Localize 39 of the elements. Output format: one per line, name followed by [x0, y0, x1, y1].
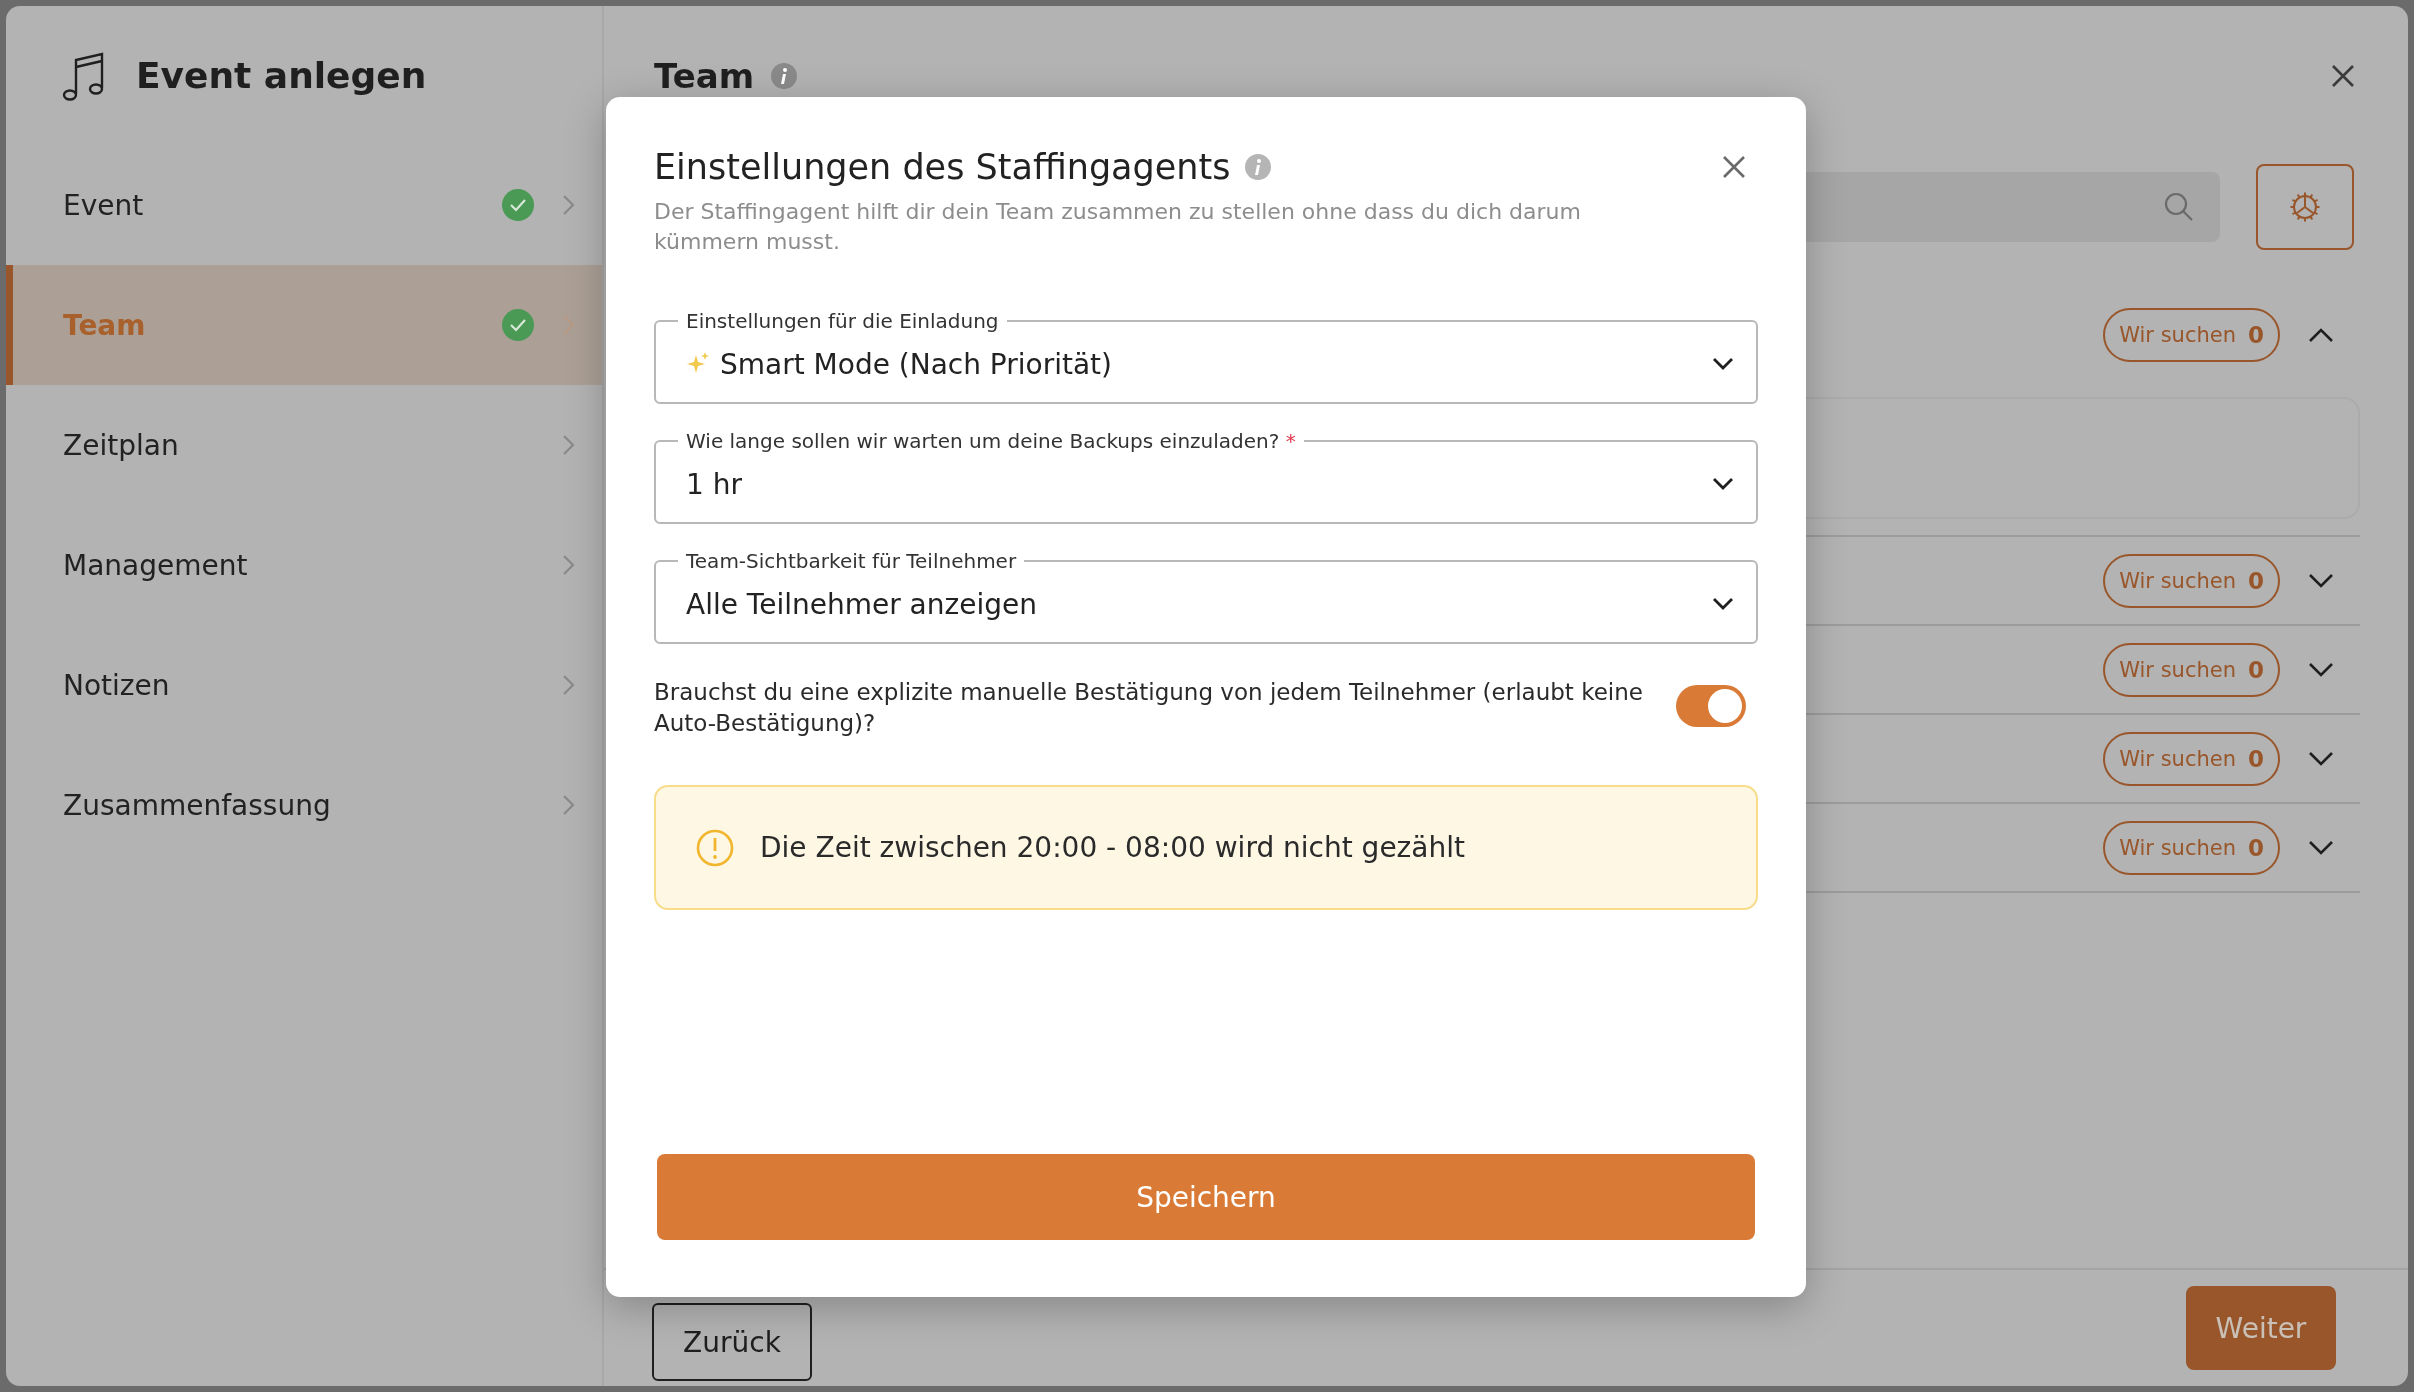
sidebar-item[interactable]: Zeitplan — [6, 385, 602, 505]
status-badge: Wir suchen 0 — [2103, 731, 2280, 786]
field-label: Einstellungen für die Einladung — [685, 309, 1000, 333]
chevron-down-icon[interactable] — [2308, 750, 2334, 767]
status-badge: Wir suchen 0 — [2103, 820, 2280, 875]
page-title: Team — [654, 56, 755, 96]
chevron-right-icon — [562, 794, 576, 816]
chevron-up-icon[interactable] — [2308, 326, 2334, 343]
field-label: Team-Sichtbarkeit für Teilnehmer — [685, 549, 1018, 573]
toggle-label: Brauchst du eine explizite manuelle Bestätigung von jedem Teilnehmer (erlaubt keine Auto-Bestätigung)? — [654, 678, 1644, 738]
status-badge: Wir suchen 0 — [2103, 307, 2280, 362]
chevron-down-icon — [1712, 357, 1734, 371]
notice-text: Die Zeit zwischen 20:00 - 08:00 wird nicht gezählt — [760, 831, 1465, 864]
info-icon[interactable] — [770, 62, 799, 90]
chevron-down-icon[interactable] — [2308, 839, 2334, 856]
status-badge: Wir suchen 0 — [2103, 642, 2280, 697]
settings-button[interactable] — [2256, 164, 2354, 250]
status-badge: Wir suchen 0 — [2103, 553, 2280, 608]
chevron-right-icon — [562, 194, 576, 216]
field-label: Wie lange sollen wir warten um deine Backups einzuladen? * — [685, 429, 1297, 453]
sidebar-item[interactable]: Management — [6, 505, 602, 625]
sidebar-item[interactable]: Event — [6, 145, 602, 265]
chevron-down-icon — [1712, 477, 1734, 491]
warning-icon — [696, 828, 734, 867]
toggle-switch[interactable] — [1676, 685, 1746, 727]
sidebar-title: Event anlegen — [136, 55, 427, 96]
chevron-right-icon — [562, 554, 576, 576]
dialog-description: Der Staffingagent hilft dir dein Team zusammen zu stellen ohne dass du dich darum kümmern musst. — [654, 198, 1582, 256]
search-icon — [2164, 192, 2194, 222]
sidebar-item[interactable]: Zusammenfassung — [6, 745, 602, 865]
chevron-down-icon[interactable] — [2308, 572, 2334, 589]
chevron-right-icon — [562, 434, 576, 456]
sidebar-item[interactable]: Notizen — [6, 625, 602, 745]
gear-icon — [2289, 191, 2321, 223]
back-button[interactable]: Zurück — [652, 1303, 812, 1381]
chevron-down-icon — [1712, 597, 1734, 611]
chevron-right-icon — [562, 674, 576, 696]
chevron-down-icon[interactable] — [2308, 661, 2334, 678]
dialog-title: Einstellungen des Staffingagents — [654, 147, 1231, 187]
